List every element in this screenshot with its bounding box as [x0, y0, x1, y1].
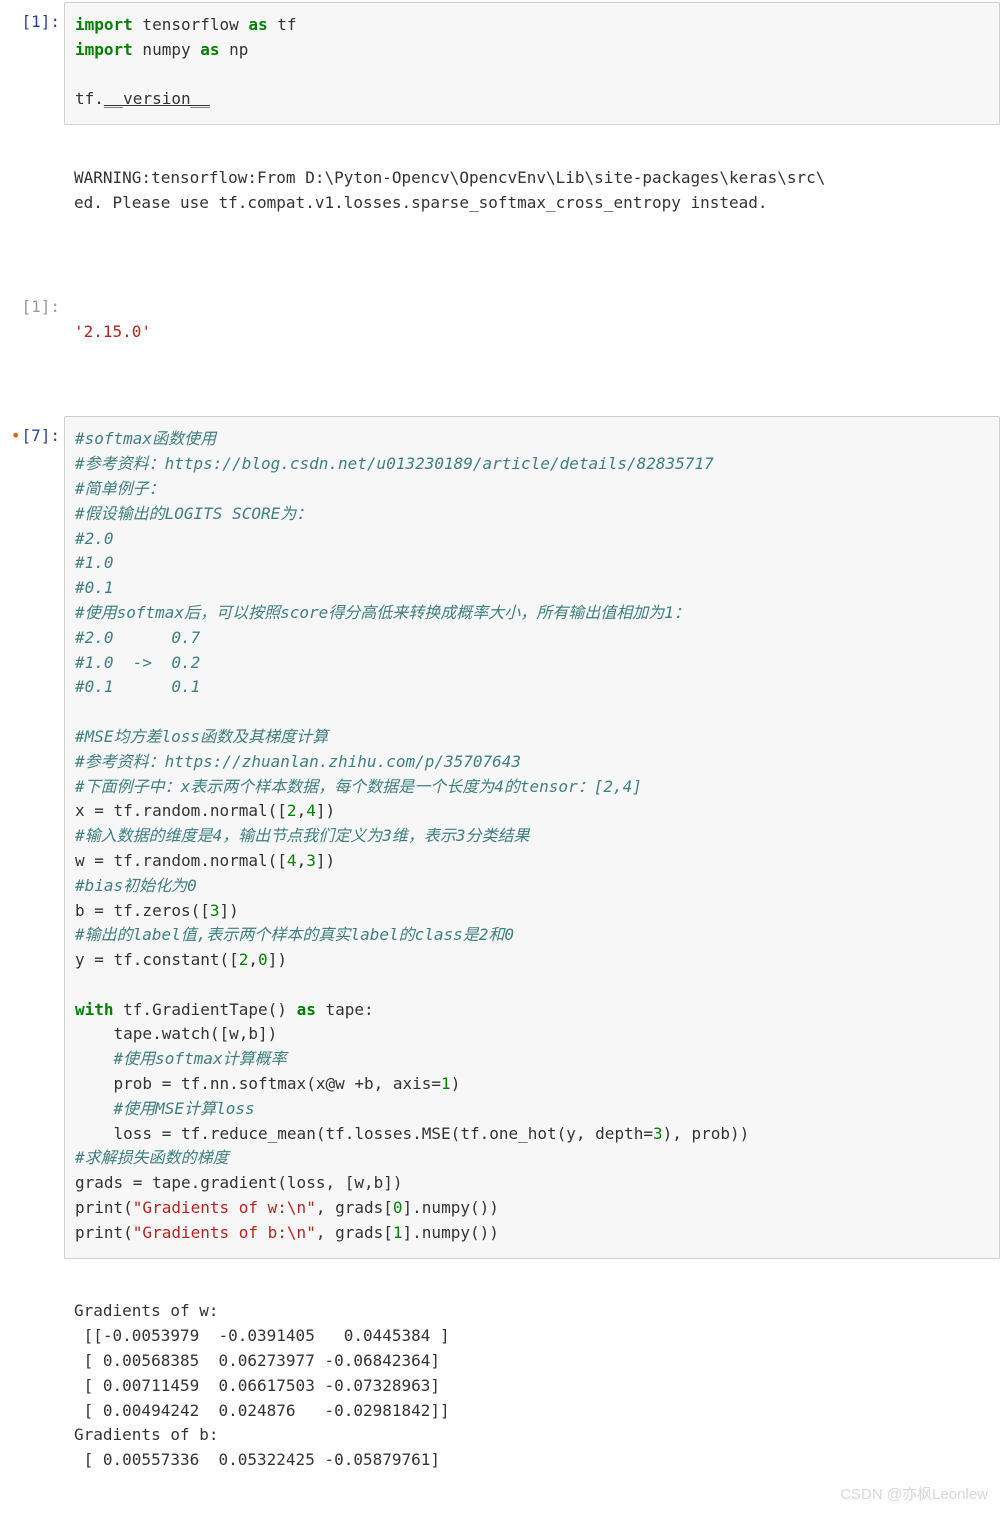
cmt-01: #softmax函数使用	[75, 429, 216, 448]
print2-a: print(	[75, 1223, 133, 1242]
print1-b: , grads[	[316, 1198, 393, 1217]
empty-prompt	[0, 131, 64, 141]
output-cell-7: Gradients of w: [[-0.0053979 -0.0391405 …	[0, 1265, 1000, 1529]
cmt-10: #1.0 -> 0.2	[75, 653, 200, 672]
print2-b: , grads[	[316, 1223, 393, 1242]
cell-7-prompt: •[7]:	[0, 414, 64, 449]
cmt-13: #参考资料：https://zhuanlan.zhihu.com/p/35707…	[75, 752, 521, 771]
cmt-12: #MSE均方差loss函数及其梯度计算	[75, 727, 328, 746]
version-string: '2.15.0'	[74, 322, 151, 341]
out7-l4: [ 0.00711459 0.06617503 -0.07328963]	[74, 1376, 440, 1395]
cell-1-prompt: [1]:	[0, 0, 64, 35]
alias-tf: tf	[268, 15, 297, 34]
cmt-17: #输出的label值,表示两个样本的真实label的class是2和0	[75, 925, 514, 944]
kw-as2: as	[297, 1000, 316, 1019]
cmt-09: #2.0 0.7	[75, 628, 200, 647]
kw-with: with	[75, 1000, 114, 1019]
comma3: ,	[248, 950, 258, 969]
cell-1-stdout: WARNING:tensorflow:From D:\Pyton-Opencv\…	[0, 131, 1000, 271]
print2-c: ].numpy())	[403, 1223, 499, 1242]
num-4b: 4	[287, 851, 297, 870]
out7-l2: [[-0.0053979 -0.0391405 0.0445384 ]	[74, 1326, 450, 1345]
softmax-line-e: )	[451, 1074, 461, 1093]
loss-line-e: ), prob))	[663, 1124, 750, 1143]
cell-1-code[interactable]: import tensorflow as tf import numpy as …	[64, 2, 1000, 125]
print2-str: "Gradients of b:\n"	[133, 1223, 316, 1242]
num-2b: 2	[239, 950, 249, 969]
num-4a: 4	[306, 801, 316, 820]
comma2: ,	[297, 851, 307, 870]
cmt-11: #0.1 0.1	[75, 677, 200, 696]
code-cell-7: •[7]: #softmax函数使用 #参考资料：https://blog.cs…	[0, 414, 1000, 1264]
out7-l6: Gradients of b:	[74, 1425, 219, 1444]
softmax-line-a: prob = tf.nn.softmax(x@w +b, axis=	[75, 1074, 441, 1093]
dunder-version: __version__	[104, 89, 210, 108]
stmt-y-end: ])	[268, 950, 287, 969]
num-1b: 1	[393, 1223, 403, 1242]
num-0a: 0	[258, 950, 268, 969]
cmt-02: #参考资料：https://blog.csdn.net/u013230189/a…	[75, 454, 714, 473]
num-2a: 2	[287, 801, 297, 820]
expr-tf: tf.	[75, 89, 104, 108]
kw-import: import	[75, 15, 133, 34]
modified-dot-icon: •	[11, 426, 21, 445]
comma1: ,	[297, 801, 307, 820]
warning-text: WARNING:tensorflow:From D:\Pyton-Opencv\…	[64, 131, 1000, 271]
stmt-b: b = tf.zeros([	[75, 901, 210, 920]
with-expr: tf.GradientTape()	[114, 1000, 297, 1019]
kw-as: as	[248, 15, 267, 34]
stmt-w: w = tf.random.normal([	[75, 851, 287, 870]
cmt-14: #下面例子中：x表示两个样本数据，每个数据是一个长度为4的tensor：[2,4…	[75, 777, 642, 796]
out1-prompt: [1]:	[0, 285, 64, 320]
watch-line: tape.watch([w,b])	[75, 1024, 277, 1043]
cmt-05: #2.0	[75, 529, 114, 548]
alias-np: np	[220, 40, 249, 59]
cmt-15: #输入数据的维度是4，输出节点我们定义为3维，表示3分类结果	[75, 826, 530, 845]
warn-line1: WARNING:tensorflow:From D:\Pyton-Opencv\…	[74, 168, 825, 187]
cmt-06: #1.0	[75, 553, 114, 572]
output-cell-1: [1]: '2.15.0'	[0, 285, 1000, 400]
out7-l5: [ 0.00494242 0.024876 -0.02981842]]	[74, 1401, 450, 1420]
out7-prompt	[0, 1265, 64, 1275]
grads-line: grads = tape.gradient(loss, [w,b])	[75, 1173, 403, 1192]
print1-a: print(	[75, 1198, 133, 1217]
cell-7-code[interactable]: #softmax函数使用 #参考资料：https://blog.csdn.net…	[64, 416, 1000, 1258]
cmt-16: #bias初始化为0	[75, 876, 197, 895]
stmt-x-end: ])	[316, 801, 335, 820]
mod-numpy: numpy	[133, 40, 200, 59]
stmt-y: y = tf.constant([	[75, 950, 239, 969]
num-1a: 1	[441, 1074, 451, 1093]
out1-text: '2.15.0'	[64, 285, 1000, 400]
out7-text: Gradients of w: [[-0.0053979 -0.0391405 …	[64, 1265, 1000, 1529]
cmt-03: #简单例子：	[75, 479, 165, 498]
cell-7-prompt-text: [7]:	[21, 426, 60, 445]
stmt-x: x = tf.random.normal([	[75, 801, 287, 820]
code-cell-1: [1]: import tensorflow as tf import nump…	[0, 0, 1000, 131]
kw-as: as	[200, 40, 219, 59]
num-0b: 0	[393, 1198, 403, 1217]
out7-l1: Gradients of w:	[74, 1301, 219, 1320]
num-3a: 3	[306, 851, 316, 870]
loss-line-a: loss = tf.reduce_mean(tf.losses.MSE(tf.o…	[75, 1124, 653, 1143]
cmt-19: #使用MSE计算loss	[75, 1099, 255, 1118]
out7-l3: [ 0.00568385 0.06273977 -0.06842364]	[74, 1351, 440, 1370]
num-3b: 3	[210, 901, 220, 920]
stmt-w-end: ])	[316, 851, 335, 870]
warn-line2: ed. Please use tf.compat.v1.losses.spars…	[74, 193, 768, 212]
out7-l7: [ 0.00557336 0.05322425 -0.05879761]	[74, 1450, 440, 1469]
cmt-18: #使用softmax计算概率	[75, 1049, 287, 1068]
cmt-04: #假设输出的LOGITS SCORE为：	[75, 504, 312, 523]
print1-str: "Gradients of w:\n"	[133, 1198, 316, 1217]
mod-tensorflow: tensorflow	[133, 15, 249, 34]
num-3c: 3	[653, 1124, 663, 1143]
cmt-20: #求解损失函数的梯度	[75, 1148, 229, 1167]
as-var: tape:	[316, 1000, 374, 1019]
cmt-08: #使用softmax后，可以按照score得分高低来转换成概率大小，所有输出值相…	[75, 603, 690, 622]
stmt-b-end: ])	[220, 901, 239, 920]
print1-c: ].numpy())	[403, 1198, 499, 1217]
cmt-07: #0.1	[75, 578, 114, 597]
kw-import: import	[75, 40, 133, 59]
